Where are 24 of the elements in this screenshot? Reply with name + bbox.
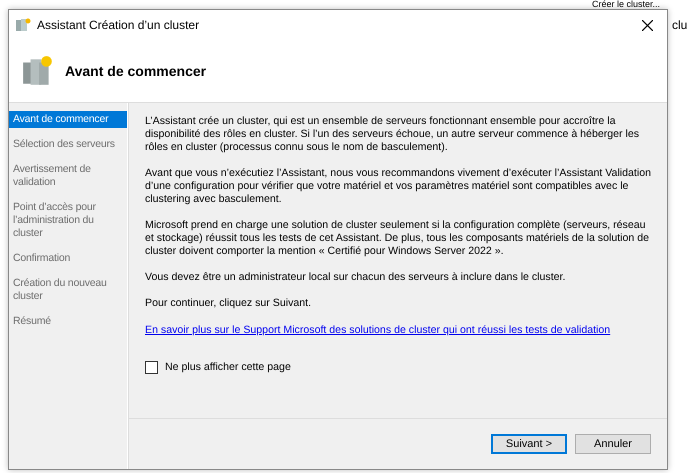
wizard-step[interactable]: Sélection des serveurs	[9, 136, 127, 153]
checkbox[interactable]	[145, 361, 158, 374]
wizard-step[interactable]: Avant de commencer	[9, 111, 127, 128]
page-heading: Avant de commencer	[65, 63, 206, 79]
support-link[interactable]: En savoir plus sur le Support Microsoft des solutions de cluster qui ont réussi les tests de validation	[145, 324, 610, 337]
description-paragraph: L’Assistant crée un cluster, qui est un ensemble de serveurs fonctionnant ensemble pour accroître la disponibilité des rôles en cluster. Si l’un des serveurs échoue, un autre serveur commence à héberger les rôles en cluster (processus connu sous le nom de basculement).	[145, 115, 640, 154]
background-action-label: Créer le cluster...	[592, 0, 660, 9]
dialog-button[interactable]: Suivant >	[491, 434, 567, 454]
description-paragraph: Vous devez être un administrateur local sur chacun des serveurs à inclure dans le cluster.	[145, 271, 566, 284]
description-paragraph: Pour continuer, cliquez sur Suivant.	[145, 297, 312, 310]
background-action-label: clu	[672, 18, 688, 32]
server-icon	[15, 17, 31, 33]
window-title: Assistant Création d’un cluster	[37, 18, 200, 32]
dialog-button[interactable]: Annuler	[575, 434, 651, 454]
description-paragraph: Avant que vous n’exécutiez l’Assistant, nous vous recommandons vivement d’exécuter l’Assistant Validation d’une configuration pour vérifier que votre matériel et vos paramètres matériel sont compatibles avec le clustering avec basculement.	[145, 167, 652, 206]
description-paragraph: Microsoft prend en charge une solution de cluster seulement si la configuration complète (serveurs, réseau et stockage) réussit tous les tests de cet Assistant. De plus, tous les composants matériels de la solution de cluster doivent comporter la mention « Certifié pour Windows Server 2022 ».	[145, 219, 650, 258]
checkbox-label: Ne plus afficher cette page	[165, 361, 291, 374]
close-icon	[642, 20, 652, 30]
wizard-step[interactable]: Avertissement de validation	[9, 161, 127, 191]
wizard-step[interactable]: Résumé	[9, 313, 127, 330]
wizard-step[interactable]: Point d’accès pour l’administration du cluster	[9, 199, 127, 242]
wizard-step[interactable]: Création du nouveau cluster	[9, 275, 127, 305]
wizard-step[interactable]: Confirmation	[9, 250, 127, 267]
server-cluster-icon	[21, 54, 55, 88]
